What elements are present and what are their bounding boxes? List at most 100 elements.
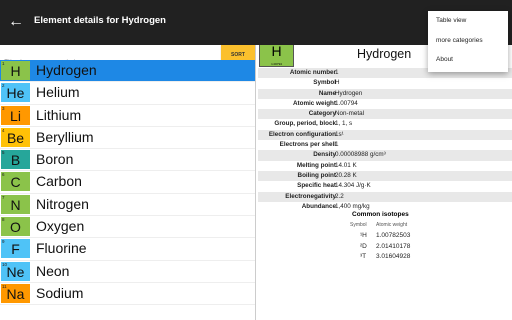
property-label: Electron configuration (268, 130, 336, 138)
element-list-pane: SORT H1HydrogenHe2HeliumLi3LithiumBe4Ber… (0, 45, 255, 320)
element-row-nitrogen[interactable]: N 7 Nitrogen (0, 194, 255, 217)
property-label: Boiling point (297, 171, 336, 179)
property-value: 1s¹ (335, 130, 344, 138)
element-row-lithium[interactable]: Li 3 Lithium (0, 105, 255, 127)
property-value: 2.2 (335, 192, 344, 200)
element-name: Fluorine (36, 240, 87, 257)
property-row: Density 0.00008988 g/cm³ (258, 150, 512, 161)
property-value: 1 (335, 141, 339, 149)
atomic-number: 8 (2, 217, 5, 223)
element-row-beryllium[interactable]: Be 4 Beryllium (0, 127, 255, 150)
menu-item-more-categories[interactable]: more categories (436, 37, 483, 44)
property-value: 1.00794 (335, 99, 358, 107)
element-name: Helium (36, 84, 80, 101)
property-label: Atomic weight (292, 99, 336, 107)
property-label: Group, period, block (274, 120, 336, 128)
element-tile-weight: 1.00794 (271, 62, 282, 66)
isotope-symbol: ¹H (360, 232, 367, 239)
overflow-menu: Table view more categories About (428, 11, 508, 72)
property-label: Atomic number (289, 69, 336, 76)
atomic-number: 9 (2, 239, 5, 245)
element-row-carbon[interactable]: C 6 Carbon (0, 171, 255, 194)
property-value: H (335, 79, 340, 87)
property-label: Abundance (301, 202, 336, 210)
property-label: Name (318, 89, 336, 97)
element-row-hydrogen[interactable]: H 1 Hydrogen (0, 60, 255, 83)
property-label: Category (308, 110, 336, 118)
property-label: Electronegativity (285, 192, 336, 200)
property-row: Melting point 14.01 K (258, 161, 512, 171)
element-row-oxygen[interactable]: O 8 Oxygen (0, 216, 255, 239)
element-list: H 1 Hydrogen He 2 Helium Li 3 Lithium Be 4 Berylliu… (0, 60, 255, 306)
property-value: Hydrogen (335, 89, 363, 97)
property-label: Density (313, 151, 336, 159)
isotope-symbol: ²D (360, 242, 367, 250)
element-symbol-badge: H (1, 61, 30, 80)
element-tile-symbol: H (271, 45, 282, 59)
element-name: Lithium (36, 106, 82, 123)
property-row: Atomic weight 1.00794 (258, 99, 512, 109)
property-value: 0.00008988 g/cm³ (335, 151, 386, 159)
element-symbol-badge: He (1, 83, 30, 103)
atomic-number: 4 (2, 127, 5, 133)
element-name: Sodium (36, 284, 84, 301)
element-symbol-badge: N (1, 194, 30, 214)
element-row-fluorine[interactable]: F 9 Fluorine (0, 238, 255, 261)
menu-item-about[interactable]: About (436, 56, 453, 63)
property-label: Electrons per shell (279, 141, 336, 149)
property-label: Symbol (313, 79, 336, 87)
element-symbol-badge: F (1, 239, 30, 259)
element-symbol-badge: C (1, 172, 30, 192)
property-label: Melting point (296, 161, 336, 169)
element-row-neon[interactable]: Ne 10 Neon (0, 261, 255, 283)
property-row: Electrons per shell 1 (258, 140, 512, 150)
atomic-number: 5 (2, 150, 5, 156)
property-row: Category Non-metal (258, 109, 512, 120)
atomic-number: 10 (2, 261, 8, 267)
element-row-helium[interactable]: He 2 Helium (0, 82, 255, 105)
property-label: Specific heat (297, 182, 336, 190)
element-symbol-badge: Be (1, 127, 30, 147)
isotope-weight: 2.01410178 (376, 242, 411, 250)
isotope-symbol: ³T (360, 253, 367, 260)
isotope-weight: 1.00782503 (376, 232, 411, 239)
atomic-number: 2 (2, 83, 5, 89)
property-row: Boiling point 20.28 K (258, 170, 512, 182)
element-name: Carbon (36, 173, 82, 190)
element-name: Beryllium (36, 128, 94, 145)
element-name: Neon (36, 262, 70, 279)
atomic-number: 11 (2, 283, 7, 289)
element-symbol-badge: O (1, 217, 30, 237)
element-name-heading: Hydrogen (357, 47, 412, 61)
atomic-number: 3 (2, 105, 5, 111)
property-row: Specific heat 14.304 J/g·K (258, 181, 512, 191)
element-row-sodium[interactable]: Na 11 Sodium (0, 283, 255, 306)
property-value: 14.01 K (335, 161, 357, 169)
atomic-number: 6 (2, 172, 5, 178)
element-name: Nitrogen (36, 195, 89, 212)
page-title: Element details for Hydrogen (34, 15, 166, 26)
property-value: 14.304 J/g·K (335, 182, 371, 190)
properties-table: Atomic number 1 Symbol H Name Hydrogen Atomic … (258, 68, 512, 212)
property-row: Name Hydrogen (258, 88, 512, 99)
element-symbol-badge: Li (1, 105, 30, 125)
property-value: 1, 1, s (335, 120, 353, 128)
property-row: Symbol H (258, 78, 512, 88)
element-symbol-badge: B (1, 150, 30, 170)
element-name: Boron (36, 151, 74, 168)
property-value: 20.28 K (335, 171, 357, 179)
property-row: Electronegativity 2.2 (258, 191, 512, 202)
element-row-boron[interactable]: B 5 Boron (0, 149, 255, 172)
menu-item-table-view[interactable]: Table view (436, 17, 466, 24)
element-tile: 1 H 1.00794 (259, 45, 294, 67)
isotope-weight: 3.01604928 (376, 253, 411, 260)
property-value: Non-metal (335, 110, 365, 118)
element-detail-pane: 1 H 1.00794 Hydrogen Atomic number1Symbo… (256, 45, 512, 320)
property-row: Electron configuration 1s¹ (258, 129, 512, 141)
property-value: 1 (335, 69, 339, 76)
element-name: Hydrogen (36, 62, 97, 78)
atomic-number: 7 (2, 194, 5, 200)
isotopes-symbol-header: Symbol (350, 222, 367, 228)
isotopes-weight-header: Atomic weight (376, 222, 408, 228)
back-arrow-icon[interactable]: ← (6, 12, 26, 32)
